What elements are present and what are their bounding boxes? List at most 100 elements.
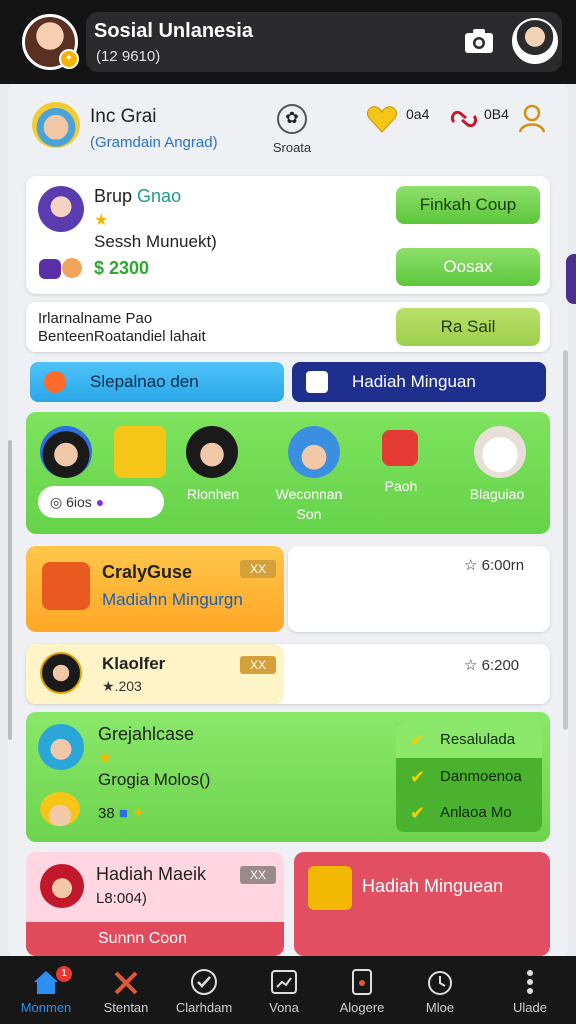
grejahlcase-count: 38 [98,805,115,822]
hadiah-maeik-avatar [40,864,84,908]
strip-label-3: Paoh [384,478,418,494]
stats-label: Sroata [272,140,312,155]
links-count: 0B4 [484,106,509,122]
friend-avatar-1[interactable] [40,426,92,478]
nav-label: Ulade [513,1000,547,1015]
nav-label: Clarhdam [175,1000,233,1015]
blue-badge-icon: ■ [118,805,128,822]
klaolfer-avatar [40,652,82,694]
oosax-button[interactable]: Oosax [396,248,540,286]
check-circle-icon [191,969,217,995]
cralyguse-subtitle: Madiahn Mingurgn [102,590,243,609]
group-price: $ 2300 [94,258,150,278]
hadiah-minguean-title: Hadiah Minguean [362,876,504,896]
chart-icon [271,970,297,994]
check-item-3-label: Anlaoa Mo [440,804,512,821]
nav-mloe[interactable]: Mloe [400,964,480,1020]
coin-icon: ◎ [50,494,63,510]
nav-alogere[interactable]: Alogere [322,964,402,1020]
cralyguse-stat-card: ☆ 6:00rn [288,546,550,632]
right-scrollbar[interactable] [563,350,568,730]
profile-avatar[interactable]: ✦ [22,14,79,70]
sheep-icon[interactable] [474,426,526,478]
coins-text: 6ios [66,494,92,510]
friend-avatar-3[interactable] [288,426,340,478]
app-subtitle: (12 9610) [96,48,161,65]
profile-row-avatar[interactable] [32,102,80,148]
grejahlcase-avatar [38,724,84,770]
camera-icon[interactable] [462,26,496,56]
info-text: Irlarnalname Pao BenteenRoatandiel lahai… [38,310,388,346]
likes-count: 0a4 [406,106,430,122]
group-card[interactable]: Brup Gnao ★ Sessh Munuekt) $ 2300 Finkah… [26,176,550,294]
check-item-2-label: Danmoenoa [440,768,522,785]
friends-strip: ◎ 6ios ● Rlonhen Weconnan Son Paoh Blagu… [26,412,550,534]
box-character-icon[interactable] [114,426,166,478]
check-item-1-label: Resalulada [440,731,516,748]
person-icon[interactable] [516,102,548,134]
left-scrollbar[interactable] [8,440,12,740]
link-icon[interactable] [448,104,480,134]
checkmark-icon: ✔ [410,767,426,787]
group-subtitle: Sessh Munuekt) [94,232,217,251]
heart-icon[interactable] [366,104,398,134]
grejahlcase-meta: 38 ■ ✦ [98,804,145,822]
info-card: Irlarnalname Pao BenteenRoatandiel lahai… [26,302,550,352]
slepalnao-button[interactable]: Slepalnao den [30,362,284,402]
coins-pill[interactable]: ◎ 6ios ● [38,486,164,518]
nav-ulade[interactable]: Ulade [490,964,570,1020]
tag-badge: XX [240,656,276,674]
group-members-icon [39,258,82,279]
group-avatar [38,186,84,232]
grejahlcase-title: Grejahlcase [98,724,195,744]
check-list: ✔ Resalulada ✔ Danmoenoa ✔ Anlaoa Mo [396,722,542,832]
nav-clarhdam[interactable]: Clarhdam [164,964,244,1020]
gift-box-icon[interactable] [382,430,418,466]
checkmark-icon: ✔ [410,803,426,823]
hadiah-maeik-subtitle: L8:004) [96,890,147,907]
side-tab[interactable] [566,254,576,304]
grejahlcase-card[interactable]: Grejahlcase ★ Grogia Molos() 38 ■ ✦ ✔ Re… [26,712,550,842]
group-title: Brup Gnao [94,186,181,207]
cralyguse-title: CralyGuse [102,562,193,582]
notification-badge: 1 [56,966,72,982]
hadiah-maeik-card[interactable]: Hadiah Maeik L8:004) XX Sunnn Coon [26,852,284,956]
hadiah-minguean-card[interactable]: Hadiah Minguean [294,852,550,956]
strip-label-2: Weconnan Son [275,486,343,522]
cralyguse-stat: ☆ 6:00rn [464,557,525,574]
klaolfer-stat: ☆ 6:200 [464,657,520,674]
nav-label: Alogere [339,1000,385,1015]
gift-icon [306,371,328,393]
gem-icon: ● [95,494,105,510]
check-item-1[interactable]: ✔ Resalulada [396,722,542,758]
info-line-1: Irlarnalname Pao [38,310,153,327]
hadiah-maeik-title: Hadiah Maeik [96,864,207,884]
nav-label: Stentan [103,1000,149,1015]
slepalnao-label: Slepalnao den [90,372,199,391]
nav-stentan[interactable]: Stentan [86,964,166,1020]
cralyguse-card[interactable]: CralyGuse Madiahn Mingurgn XX [26,546,284,632]
strip-label-4: Blaguiao [469,486,525,502]
sunnn-coon-bar[interactable]: Sunnn Coon [26,922,284,956]
checkmark-icon: ✔ [410,730,426,750]
hardhat-avatar-icon [40,792,80,826]
friend-avatar-2[interactable] [186,426,238,478]
check-item-2[interactable]: ✔ Danmoenoa [396,759,542,795]
klaolfer-card[interactable]: Klaolfer ★.203 XX [26,644,284,704]
sparkle-icon: ✦ [132,805,145,822]
trophy-icon [308,866,352,910]
hadiah-minguan-button[interactable]: Hadiah Minguan [292,362,546,402]
info-line-2: BenteenRoatandiel lahait [38,328,206,345]
check-item-3[interactable]: ✔ Anlaoa Mo [396,795,542,831]
finkah-coup-button[interactable]: Finkah Coup [396,186,540,224]
hadiah-minguan-label: Hadiah Minguan [352,372,476,391]
tag-badge: XX [240,866,276,884]
ra-sail-button[interactable]: Ra Sail [396,308,540,346]
profile-subtitle[interactable]: (Gramdain Angrad) [90,134,218,151]
nav-monmen[interactable]: 1 Monmen [6,964,86,1020]
stats-button[interactable]: ✿ Sroata [262,104,322,155]
nav-label: Vona [269,1000,299,1015]
profile-row: Inc Grai (Gramdain Angrad) ✿ Sroata 0a4 … [28,100,548,160]
nav-vona[interactable]: Vona [244,964,324,1020]
user-avatar[interactable] [512,18,558,64]
